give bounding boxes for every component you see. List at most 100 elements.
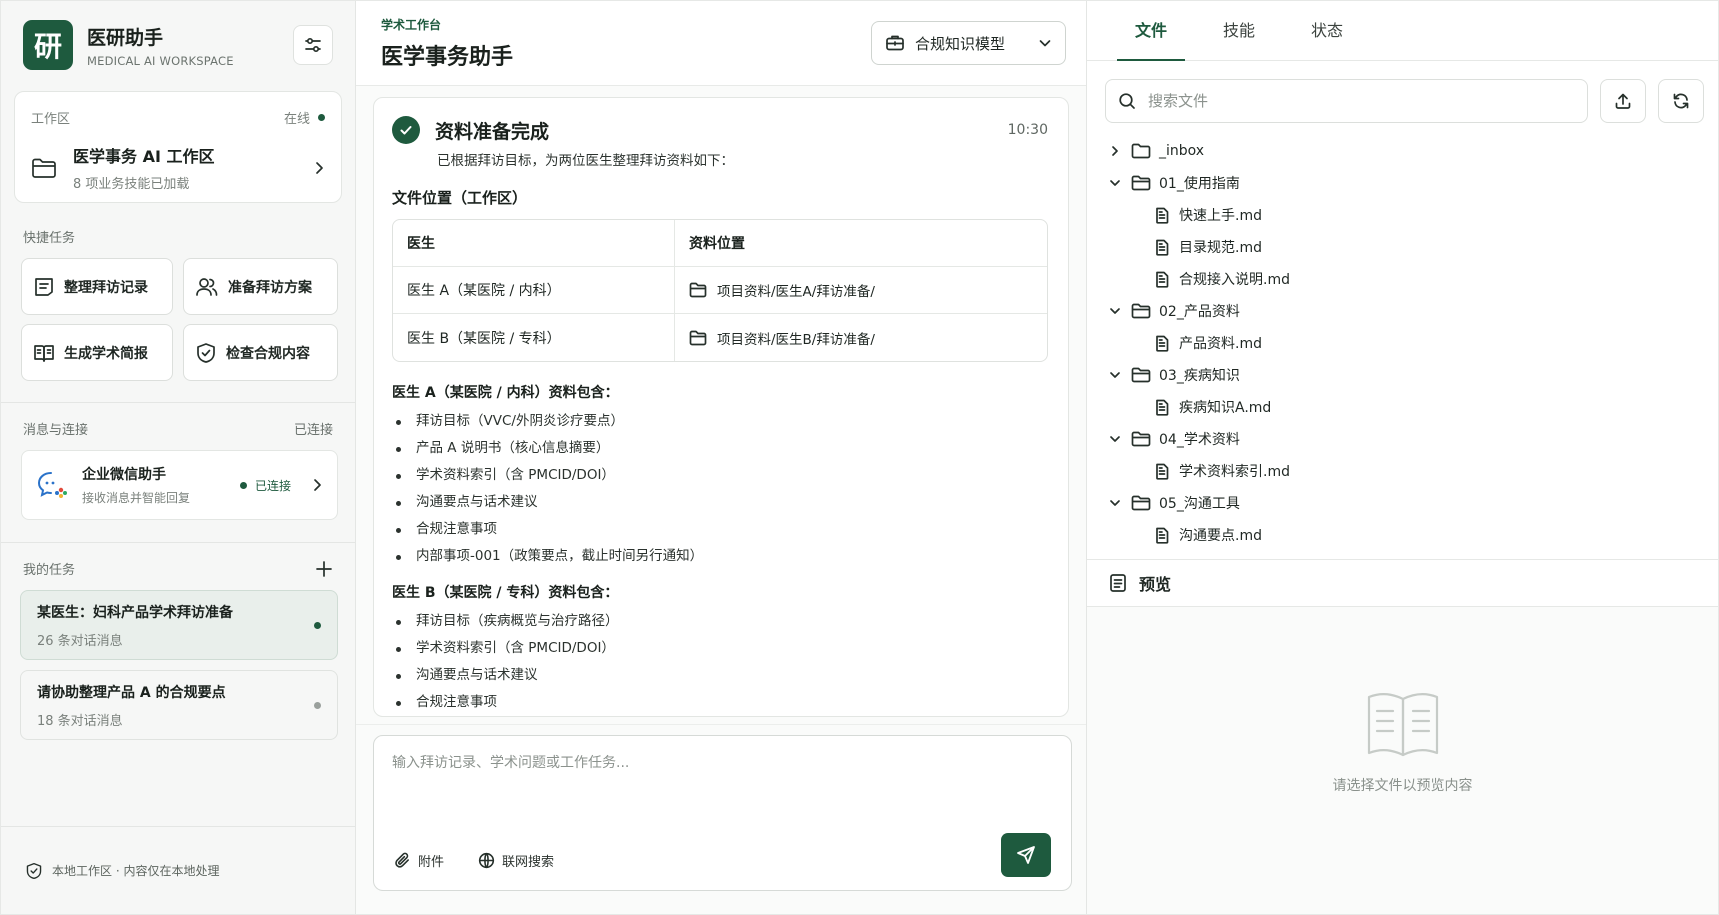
chevron-down-icon[interactable] (1109, 177, 1123, 189)
task-item[interactable]: 某医生：妇科产品学术拜访准备 26 条对话消息 (20, 590, 338, 660)
chevron-down-icon[interactable] (1109, 433, 1123, 445)
tree-folder[interactable]: 01_使用指南 (1109, 167, 1718, 199)
connections-label: 消息与连接 已连接 (1, 419, 355, 438)
tree-file[interactable]: 快速上手.md (1109, 199, 1718, 231)
path-cell[interactable]: 项目资料/医生B/拜访准备/ (675, 314, 1047, 361)
list-item: 产品 A 说明书（核心信息摘要） (392, 435, 1048, 462)
send-button[interactable] (1001, 833, 1051, 877)
task-title: 请协助整理产品 A 的合规要点 (37, 684, 226, 701)
tree-item-label: 目录规范.md (1179, 240, 1262, 256)
message-input[interactable] (392, 752, 1053, 812)
my-tasks-label-text: 我的任务 (23, 563, 76, 578)
workspace-card[interactable]: 工作区 在线 医学事务 AI 工作区 8 项业务技能已加载 (14, 91, 342, 203)
tree-folder[interactable]: _inbox (1109, 135, 1718, 167)
app-subtitle: MEDICAL AI WORKSPACE (87, 53, 234, 68)
wecom-assistant-card[interactable]: 企业微信助手 接收消息并智能回复 已连接 (21, 450, 338, 520)
group-b-list: 拜访目标（疾病概览与治疗路径） 学术资料索引（含 PMCID/DOI） 沟通要点… (392, 608, 1048, 716)
web-search-label: 联网搜索 (502, 855, 555, 870)
tree-folder[interactable]: 03_疾病知识 (1109, 359, 1718, 391)
document-icon (1110, 574, 1126, 592)
file-icon (1155, 399, 1169, 416)
folder-icon (689, 282, 707, 298)
chevron-down-icon[interactable] (1109, 497, 1123, 509)
settings-button[interactable] (293, 25, 333, 65)
quick-task-label: 生成学术简报 (64, 345, 148, 362)
group-b-heading: 医生 B（某医院 / 专科）资料包含： (392, 585, 619, 601)
list-item: 拜访目标（疾病概览与治疗路径） (392, 608, 1048, 635)
file-tree: _inbox 01_使用指南快速上手.md 目录规范.md 合规接入说明.md 02_产… (1087, 123, 1718, 551)
tree-item-label: 03_疾病知识 (1159, 368, 1240, 384)
list-item: 学术资料索引（含 PMCID/DOI） (392, 462, 1048, 489)
workspace-name: 医学事务 AI 工作区 (73, 147, 215, 166)
list-item: 合规注意事项 (392, 689, 1048, 716)
tree-item-label: 快速上手.md (1179, 208, 1262, 224)
path-cell[interactable]: 项目资料/医生A/拜访准备/ (675, 267, 1047, 314)
globe-icon (478, 852, 495, 869)
tab-files[interactable]: 文件 (1107, 1, 1195, 61)
quick-task-button[interactable]: 检查合规内容 (183, 324, 338, 381)
file-location-heading: 文件位置（工作区） (392, 189, 528, 207)
quick-task-label: 整理拜访记录 (64, 279, 148, 296)
path-text: 项目资料/医生B/拜访准备/ (717, 331, 875, 348)
tree-folder[interactable]: 02_产品资料 (1109, 295, 1718, 327)
tree-item-label: 02_产品资料 (1159, 304, 1240, 320)
task-item[interactable]: 请协助整理产品 A 的合规要点 18 条对话消息 (20, 670, 338, 740)
sliders-icon (305, 37, 321, 53)
attach-button[interactable]: 附件 (394, 851, 444, 870)
workspace-status-text: 在线 (283, 112, 310, 127)
file-icon (1155, 239, 1169, 256)
tree-item-label: 合规接入说明.md (1179, 272, 1290, 288)
file-search-input[interactable] (1148, 92, 1575, 110)
folder-icon (689, 330, 707, 345)
file-icon (1155, 335, 1169, 352)
quick-task-button[interactable]: 准备拜访方案 (183, 258, 338, 315)
chevron-down-icon[interactable] (1109, 369, 1123, 381)
folder-icon (32, 158, 56, 178)
task-idle-dot (314, 701, 321, 709)
tree-file[interactable]: 学术资料索引.md (1109, 455, 1718, 487)
workspace-status: 在线 (284, 108, 325, 127)
chevron-down-icon (1039, 40, 1051, 47)
table-row: 医生 B（某医院 / 专科） 项目资料/医生B/拜访准备/ (393, 314, 1047, 361)
tree-folder[interactable]: 05_沟通工具 (1109, 487, 1718, 519)
tree-folder[interactable]: 04_学术资料 (1109, 423, 1718, 455)
tab-status[interactable]: 状态 (1283, 1, 1371, 60)
file-icon (1155, 271, 1169, 288)
refresh-button[interactable] (1658, 79, 1704, 123)
folder-open-icon (1131, 303, 1151, 319)
tree-file[interactable]: 目录规范.md (1109, 231, 1718, 263)
quick-tasks-grid: 整理拜访记录 准备拜访方案 生成学术简报 检查合规内容 (1, 258, 355, 381)
tab-skills[interactable]: 技能 (1195, 1, 1283, 60)
chevron-right-icon[interactable] (1109, 145, 1123, 157)
users-icon (196, 277, 218, 296)
chat-header: 学术工作台 医学事务助手 合规知识模型 (356, 1, 1086, 86)
connections-status: 已连接 (293, 423, 333, 438)
chevron-down-icon[interactable] (1109, 305, 1123, 317)
tree-file[interactable]: 沟通要点.md (1109, 519, 1718, 551)
list-item: 合规注意事项 (392, 516, 1048, 543)
list-item: 内部事项-001（政策要点，截止时间另行通知） (392, 543, 1048, 570)
notes-icon (35, 277, 53, 296)
my-tasks-label: 我的任务 (1, 559, 355, 578)
web-search-button[interactable]: 联网搜索 (478, 851, 554, 870)
open-book-icon (1367, 692, 1438, 756)
shield-check-icon (26, 862, 42, 879)
table-header: 医生 (393, 220, 675, 267)
tree-file[interactable]: 疾病知识A.md (1109, 391, 1718, 423)
tree-file[interactable]: 产品资料.md (1109, 327, 1718, 359)
sidebar-footer: 本地工作区 · 内容仅在本地处理 (1, 826, 355, 914)
path-text: 项目资料/医生A/拜访准备/ (717, 284, 875, 300)
workspace-section-label: 工作区 (31, 112, 71, 127)
model-selector[interactable]: 合规知识模型 (871, 21, 1066, 65)
quick-task-button[interactable]: 整理拜访记录 (21, 258, 173, 315)
composer: 附件 联网搜索 (373, 735, 1072, 891)
file-search-box (1105, 79, 1588, 123)
assistant-message: 资料准备完成 10:30 已根据拜访目标，为两位医生整理拜访资料如下： 文件位置… (373, 97, 1069, 717)
connected-dot (239, 481, 247, 489)
tree-file[interactable]: 合规接入说明.md (1109, 263, 1718, 295)
add-task-icon[interactable] (315, 560, 333, 578)
quick-task-button[interactable]: 生成学术简报 (21, 324, 173, 381)
upload-button[interactable] (1600, 79, 1646, 123)
task-active-dot (314, 621, 321, 629)
chevron-right-icon (314, 479, 321, 491)
